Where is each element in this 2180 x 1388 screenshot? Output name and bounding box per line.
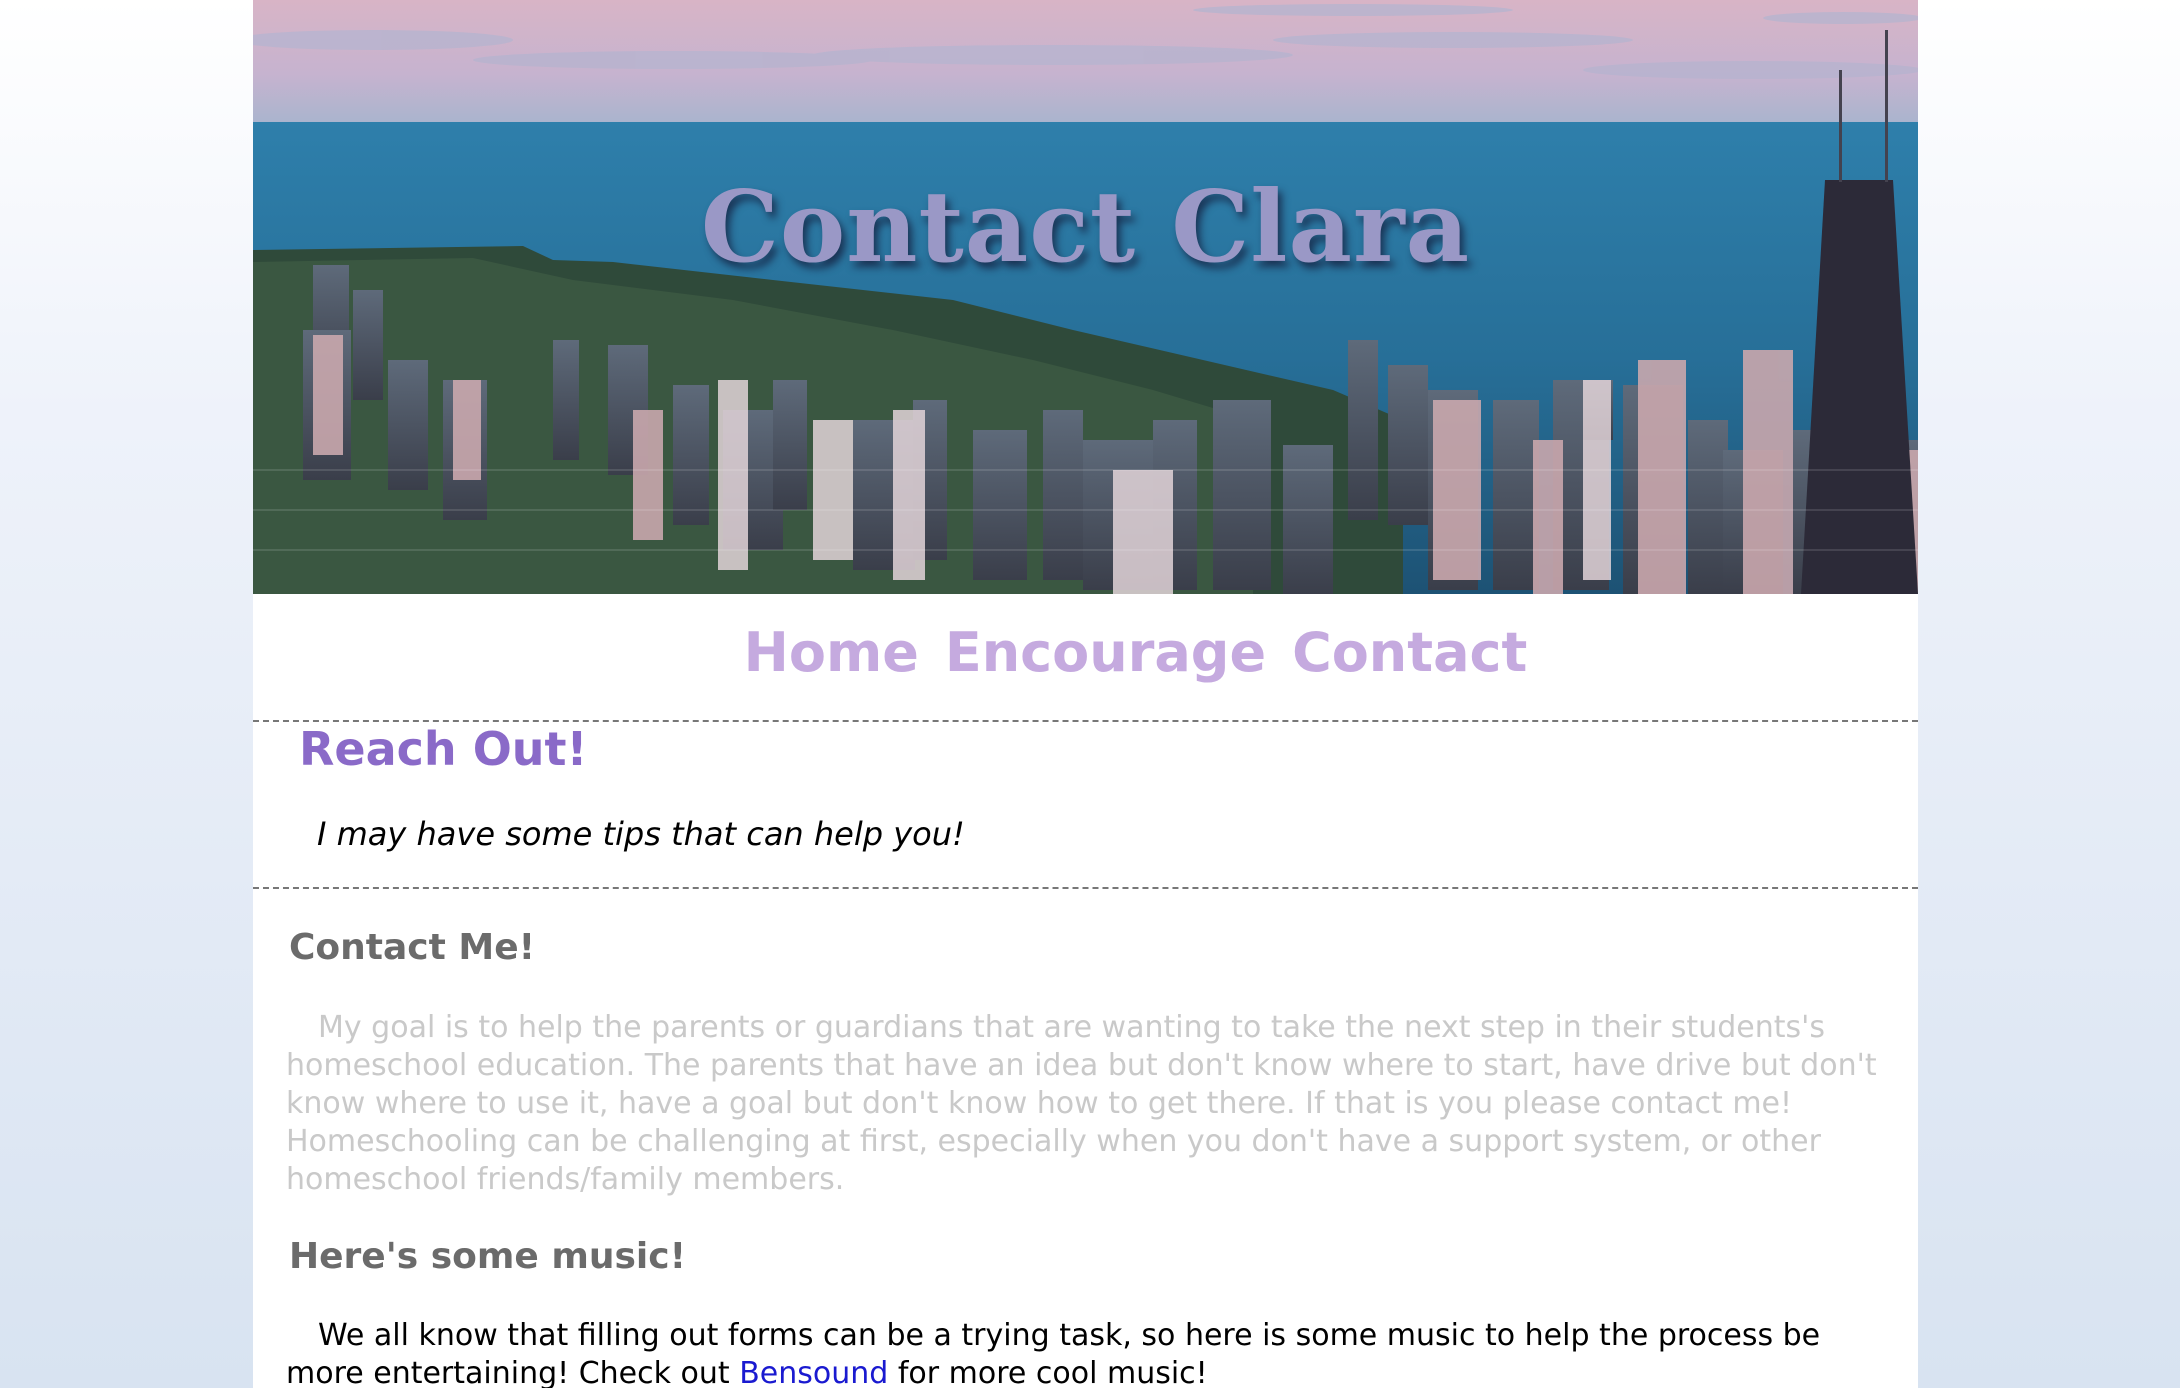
- bensound-link[interactable]: Bensound: [739, 1356, 888, 1388]
- nav-link-home[interactable]: Home: [744, 621, 919, 684]
- music-text-after: for more cool music!: [888, 1356, 1208, 1388]
- music-heading: Here's some music!: [289, 1236, 686, 1277]
- page-container: Contact Clara Home Encourage Contact Rea…: [253, 0, 1918, 1388]
- contact-heading: Contact Me!: [289, 927, 536, 968]
- hero-banner: Contact Clara: [253, 0, 1918, 594]
- city-skyline-image: [253, 0, 1918, 594]
- hero-title: Contact Clara: [700, 170, 1471, 285]
- main-nav: Home Encourage Contact: [253, 594, 1918, 720]
- reach-out-subtitle: I may have some tips that can help you!: [317, 815, 965, 853]
- nav-link-contact[interactable]: Contact: [1292, 621, 1527, 684]
- music-paragraph: We all know that filling out forms can b…: [286, 1317, 1906, 1388]
- reach-out-title: Reach Out!: [299, 722, 588, 776]
- divider-bottom: [253, 887, 1918, 889]
- nav-link-encourage[interactable]: Encourage: [945, 621, 1266, 684]
- contact-paragraph: My goal is to help the parents or guardi…: [286, 1010, 1877, 1197]
